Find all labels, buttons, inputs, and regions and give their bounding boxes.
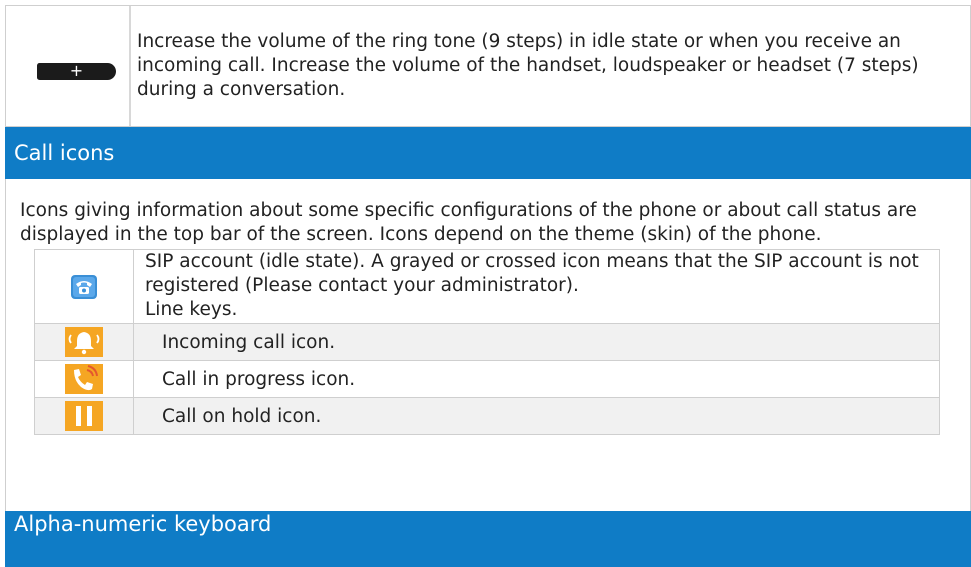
call-icons-table: SIP account (idle state). A grayed or cr…	[34, 249, 940, 435]
call-on-hold-description: Call on hold icon.	[133, 397, 940, 435]
key-plus-symbol: +	[69, 61, 84, 80]
call-in-progress-description: Call in progress icon.	[133, 360, 940, 398]
call-icons-intro: Icons giving information about some spec…	[20, 200, 917, 245]
line-keys-label: Line keys.	[145, 299, 238, 320]
table-row: Incoming call icon.	[34, 323, 940, 361]
table-row: Call in progress icon.	[34, 360, 940, 398]
sip-account-phone-icon	[71, 274, 97, 299]
incoming-call-description: Incoming call icon.	[133, 323, 940, 361]
call-icons-title: Call icons	[14, 141, 115, 165]
table-row: Call on hold icon.	[34, 397, 940, 435]
volume-key-row: + Increase the volume of the ring tone (…	[5, 5, 971, 127]
table-row: SIP account (idle state). A grayed or cr…	[34, 249, 940, 324]
call-on-hold-pause-icon	[65, 401, 103, 431]
sip-account-description: SIP account (idle state). A grayed or cr…	[145, 251, 919, 296]
incoming-call-bell-icon	[65, 327, 103, 357]
call-icons-header: Call icons	[5, 127, 971, 179]
volume-key-description: Increase the volume of the ring tone (9 …	[137, 31, 919, 100]
volume-up-key-icon: +	[37, 63, 116, 80]
key-image-cell: +	[6, 6, 131, 126]
alpha-numeric-keyboard-header: Alpha-numeric keyboard	[5, 511, 971, 567]
alpha-numeric-keyboard-title: Alpha-numeric keyboard	[14, 512, 272, 536]
call-in-progress-icon	[65, 364, 103, 394]
